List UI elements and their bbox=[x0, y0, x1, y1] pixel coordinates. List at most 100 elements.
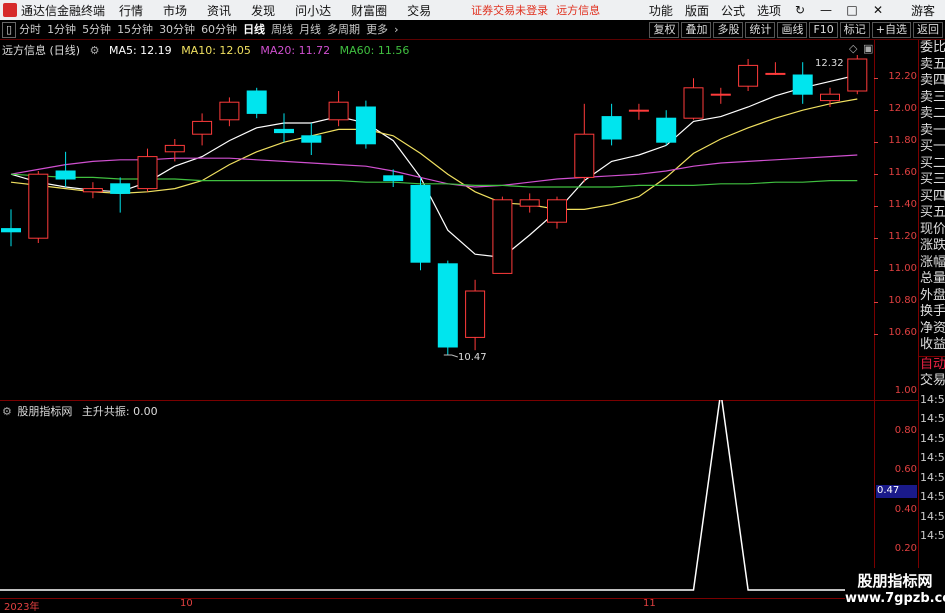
candle-body[interactable] bbox=[628, 109, 649, 112]
quote-label-10: 买五 bbox=[920, 205, 945, 220]
candle-body[interactable] bbox=[1, 228, 21, 233]
login-notice[interactable]: 证券交易未登录 bbox=[471, 2, 548, 18]
tick-time-4: 14:56 bbox=[920, 470, 945, 484]
period-60min[interactable]: 60分钟 bbox=[198, 22, 240, 38]
date-axis: 2023年 10 11 bbox=[0, 598, 918, 613]
period-multi[interactable]: 多周期 bbox=[324, 22, 363, 38]
indicator-tick-1: 0.80 bbox=[894, 424, 917, 436]
menu-faxian[interactable]: 发现 bbox=[251, 2, 275, 19]
menu-gongshi[interactable]: 公式 bbox=[721, 2, 745, 19]
multi-stock-button[interactable]: 多股 bbox=[713, 21, 744, 38]
candle-body[interactable] bbox=[164, 144, 185, 153]
menu-caifuquan[interactable]: 财富圈 bbox=[351, 2, 387, 19]
back-button[interactable]: 返回 bbox=[913, 21, 943, 38]
candle-body[interactable] bbox=[738, 64, 759, 87]
candle-body[interactable] bbox=[410, 184, 431, 263]
minimize-icon[interactable]: — bbox=[819, 3, 833, 17]
kline-chart[interactable] bbox=[0, 55, 875, 400]
period-1min[interactable]: 1分钟 bbox=[44, 22, 79, 38]
fuquan-button[interactable]: 复权 bbox=[649, 21, 680, 38]
maximize-icon[interactable]: □ bbox=[845, 3, 859, 17]
candle-body[interactable] bbox=[383, 175, 404, 182]
quote-label-7: 买二 bbox=[920, 155, 945, 171]
trade-tab[interactable]: 交易 bbox=[919, 373, 945, 390]
guest-user[interactable]: 游客 bbox=[911, 2, 935, 19]
candle-body[interactable] bbox=[301, 135, 322, 143]
candle-body[interactable] bbox=[437, 263, 458, 348]
candle-body[interactable] bbox=[355, 106, 376, 145]
quote-label-12: 涨跌 bbox=[920, 238, 945, 253]
candle-body[interactable] bbox=[820, 93, 840, 102]
mark-button[interactable]: 标记 bbox=[839, 21, 870, 38]
tick-time-5: 14:56 bbox=[920, 490, 945, 503]
diamond-icon[interactable]: ◇ bbox=[849, 42, 857, 55]
candle-body[interactable] bbox=[28, 173, 49, 239]
candle-body[interactable] bbox=[710, 93, 731, 96]
auto-trade-tab[interactable]: 自动 bbox=[919, 357, 945, 374]
price-tick-mark bbox=[874, 270, 878, 272]
menu-banmian[interactable]: 版面 bbox=[685, 2, 709, 19]
period-monthly[interactable]: 月线 bbox=[296, 22, 324, 38]
candle-body[interactable] bbox=[219, 101, 240, 121]
candle-body[interactable] bbox=[110, 183, 131, 194]
watermark-line2: www.7gpzb.com bbox=[845, 591, 945, 606]
candle-body[interactable] bbox=[601, 116, 622, 140]
ma10-line bbox=[10, 98, 858, 210]
candle-body[interactable] bbox=[55, 170, 76, 180]
candle-body[interactable] bbox=[792, 74, 813, 95]
tick-time-0: 14:56 bbox=[920, 392, 945, 406]
candle-body[interactable] bbox=[328, 101, 349, 121]
menu-gongneng[interactable]: 功能 bbox=[649, 2, 673, 19]
low-price-annotation: 10.47 bbox=[458, 352, 487, 363]
menu-xuanxiang[interactable]: 选项 bbox=[757, 2, 781, 19]
candle-body[interactable] bbox=[847, 58, 868, 92]
refresh-icon[interactable]: ↻ bbox=[793, 3, 807, 17]
quote-label-1: 卖五 bbox=[920, 56, 945, 72]
stats-button[interactable]: 统计 bbox=[745, 21, 776, 38]
close-icon[interactable]: ✕ bbox=[871, 3, 885, 17]
overlay-button[interactable]: 叠加 bbox=[681, 21, 712, 38]
candle-body[interactable] bbox=[574, 133, 595, 178]
price-tick-mark bbox=[874, 334, 878, 336]
menu-zixun[interactable]: 资讯 bbox=[207, 2, 231, 19]
menu-jiaoyi[interactable]: 交易 bbox=[407, 2, 431, 19]
watermark: 股朋指标网 www.7gpzb.com bbox=[845, 568, 945, 609]
period-more[interactable]: 更多 bbox=[363, 22, 391, 38]
toggle-panel-icon[interactable]: ▯ bbox=[2, 21, 17, 38]
add-watchlist-button[interactable]: +自选 bbox=[871, 21, 911, 38]
price-tick-4: 11.40 bbox=[888, 199, 917, 211]
candle-body[interactable] bbox=[192, 120, 213, 135]
menu-shichang[interactable]: 市场 bbox=[163, 2, 187, 19]
f10-button[interactable]: F10 bbox=[809, 21, 838, 38]
candle-body[interactable] bbox=[656, 117, 677, 143]
candle-body[interactable] bbox=[765, 72, 786, 75]
candle-body[interactable] bbox=[683, 87, 704, 119]
indicator-chart[interactable] bbox=[0, 400, 875, 600]
draw-button[interactable]: 画线 bbox=[777, 21, 808, 38]
expand-icon[interactable]: ▣ bbox=[863, 42, 873, 55]
quote-label-0: 委比 bbox=[920, 40, 945, 55]
period-5min[interactable]: 5分钟 bbox=[79, 22, 114, 38]
candle-body[interactable] bbox=[246, 90, 267, 114]
candle-body[interactable] bbox=[465, 290, 486, 338]
tick-time-3: 14:56 bbox=[920, 451, 945, 464]
menu-hangqing[interactable]: 行情 bbox=[119, 2, 143, 19]
price-tick-0: 12.20 bbox=[888, 71, 917, 83]
menu-wenxiaoda[interactable]: 问小达 bbox=[295, 2, 331, 19]
candle-body[interactable] bbox=[519, 199, 540, 207]
candle-body[interactable] bbox=[274, 128, 294, 134]
price-tick-2: 11.80 bbox=[888, 135, 917, 147]
period-30min[interactable]: 30分钟 bbox=[156, 22, 198, 38]
period-weekly[interactable]: 周线 bbox=[268, 22, 296, 38]
price-tick-mark bbox=[874, 206, 878, 208]
candle-body[interactable] bbox=[82, 188, 103, 193]
candle-body[interactable] bbox=[547, 199, 567, 223]
chevron-right-icon[interactable]: › bbox=[391, 22, 401, 38]
period-daily[interactable]: 日线 bbox=[240, 22, 268, 38]
quote-label-4: 卖二 bbox=[920, 106, 945, 121]
tick-time-6: 14:56 bbox=[920, 509, 945, 523]
candle-body[interactable] bbox=[492, 199, 513, 274]
period-15min[interactable]: 15分钟 bbox=[114, 22, 156, 38]
period-fenshi[interactable]: 分时 bbox=[16, 22, 44, 38]
candle-body[interactable] bbox=[137, 156, 158, 190]
